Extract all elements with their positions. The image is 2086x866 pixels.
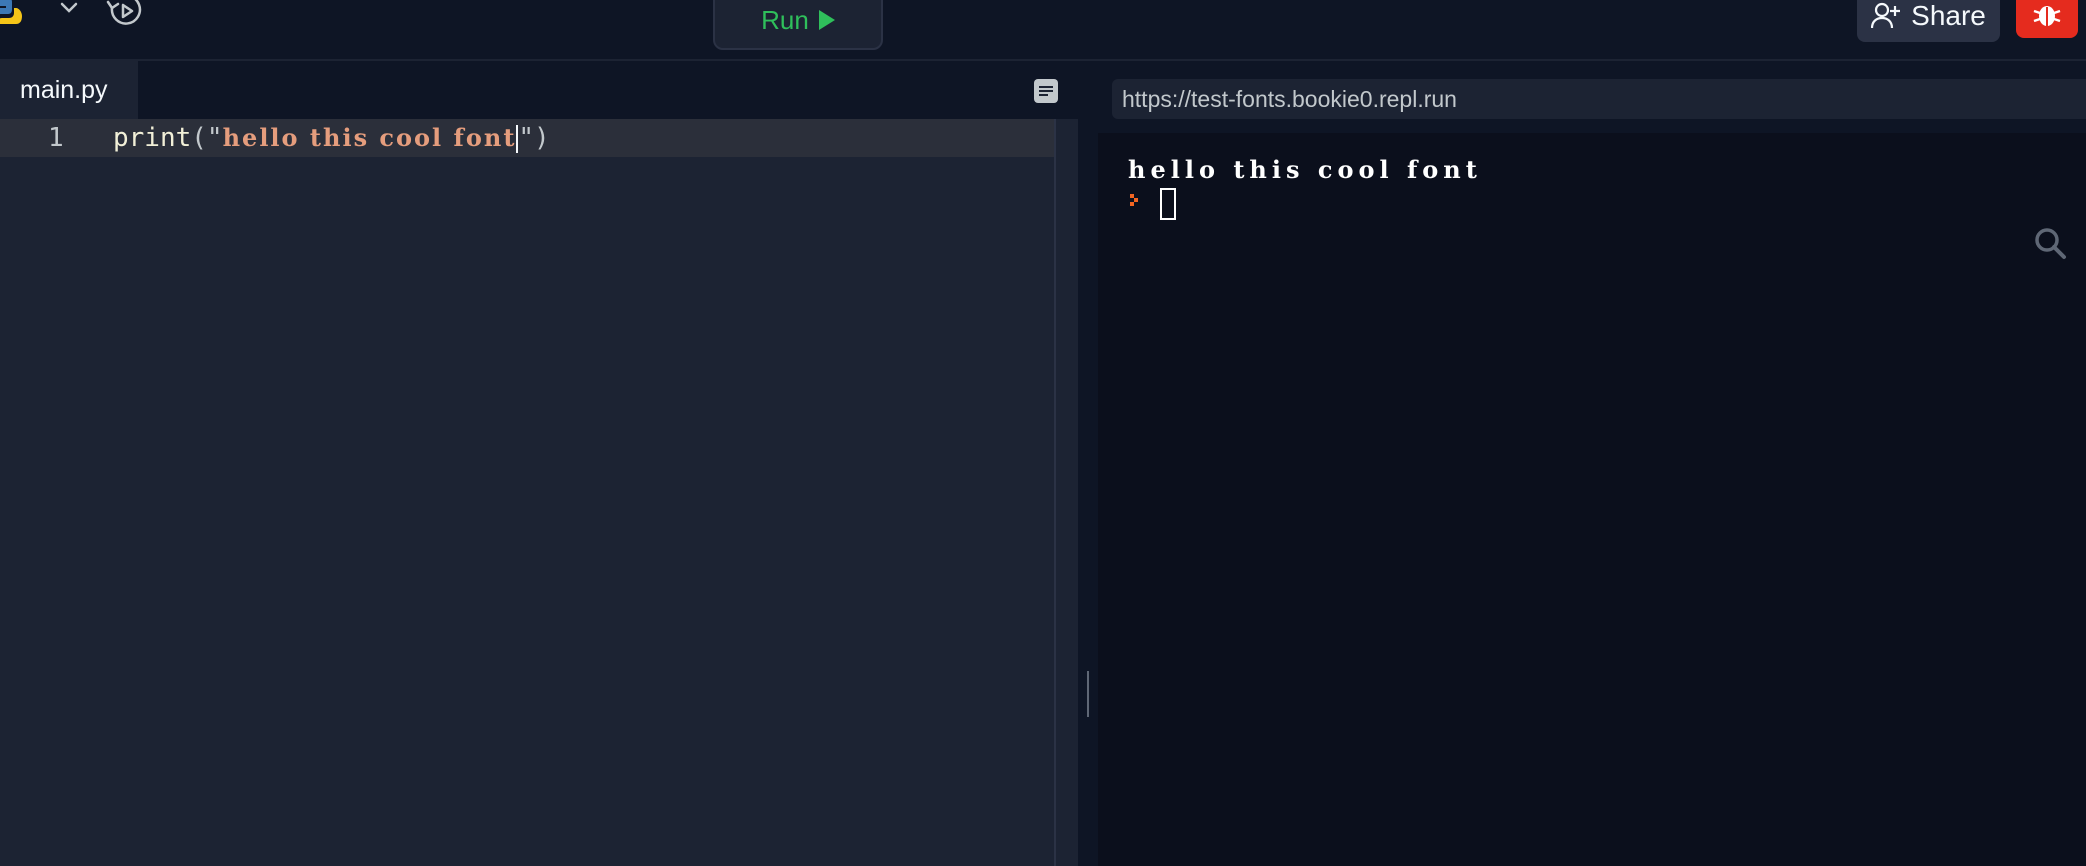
- share-button[interactable]: Share: [1857, 0, 2000, 42]
- output-pane: https://test-fonts.bookie0.repl.run hell…: [1098, 61, 2086, 866]
- code-area[interactable]: 1 print("hello this cool font"): [0, 119, 1078, 866]
- splitter-handle[interactable]: [1087, 671, 1089, 717]
- run-label: Run: [761, 4, 809, 35]
- add-user-icon: [1871, 2, 1901, 29]
- history-icon[interactable]: [104, 0, 146, 28]
- play-icon: [818, 10, 835, 30]
- code-editor-pane: main.py 1 print("hello this cool font"): [0, 61, 1078, 866]
- debug-button[interactable]: [2016, 0, 2078, 38]
- prompt-icon: [1130, 194, 1138, 206]
- code-token-string: hello this cool font: [222, 123, 517, 152]
- webview-url-bar[interactable]: https://test-fonts.bookie0.repl.run: [1112, 79, 2086, 119]
- bug-icon: [2033, 6, 2061, 26]
- console-cursor: [1160, 188, 1176, 220]
- pane-splitter[interactable]: [1078, 61, 1098, 866]
- console-output-line: hello this cool font: [1128, 155, 1482, 184]
- code-token-close: "): [518, 123, 550, 153]
- line-number: 1: [48, 123, 64, 153]
- python-icon[interactable]: [0, 0, 22, 24]
- tab-label: main.py: [20, 75, 108, 104]
- webview-url: https://test-fonts.bookie0.repl.run: [1122, 85, 1457, 112]
- console[interactable]: hello this cool font: [1098, 133, 2086, 866]
- share-label: Share: [1911, 0, 1986, 31]
- menu-icon[interactable]: [1032, 77, 1060, 105]
- search-icon[interactable]: [2032, 225, 2068, 261]
- code-line[interactable]: print("hello this cool font"): [113, 119, 550, 157]
- tab-main-py[interactable]: main.py: [0, 61, 138, 119]
- run-button[interactable]: Run: [713, 0, 883, 50]
- code-token-open: (": [191, 123, 223, 153]
- top-bar: Run Share: [0, 0, 2086, 61]
- code-token-function: print: [113, 123, 192, 153]
- chevron-down-icon[interactable]: [56, 0, 82, 18]
- editor-scrollbar[interactable]: [1054, 119, 1056, 866]
- editor-tab-bar: main.py: [0, 61, 1078, 119]
